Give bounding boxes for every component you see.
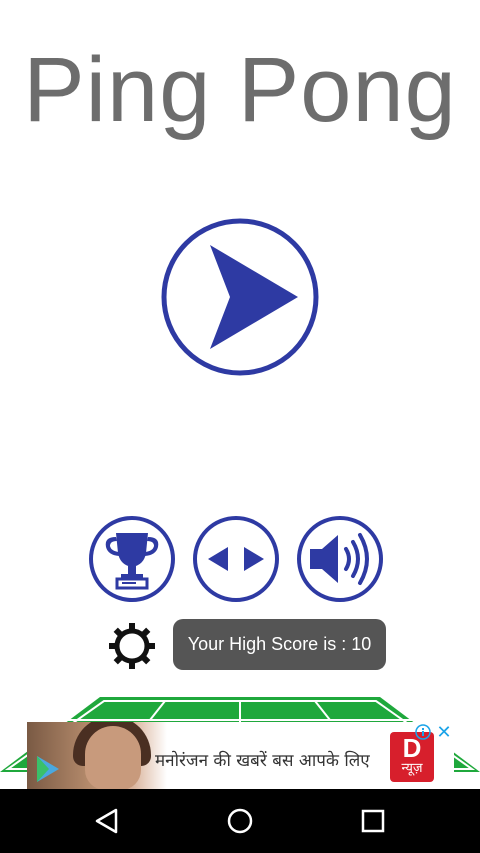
high-score-text: Your High Score is : 10 (187, 634, 372, 654)
ad-headline: मनोरंजन की खबरें बस आपके लिए (155, 751, 370, 771)
ad-logo-word: न्यूज़ (401, 761, 423, 776)
high-score-toast: Your High Score is : 10 (173, 619, 386, 670)
ad-banner[interactable]: मनोरंजन की खबरें बस आपके लिए D न्यूज़ ✕ (27, 722, 454, 790)
sound-toggle-button[interactable] (296, 515, 384, 603)
ad-info-icon[interactable] (415, 724, 431, 740)
recents-square-icon[interactable] (358, 806, 388, 836)
gear-icon[interactable] (108, 622, 156, 670)
back-triangle-icon[interactable] (92, 806, 122, 836)
system-navbar (0, 789, 480, 853)
app-title: Ping Pong (23, 39, 457, 141)
home-circle-icon[interactable] (225, 806, 255, 836)
play-store-icon (37, 756, 59, 782)
ad-close-icon[interactable]: ✕ (435, 723, 453, 741)
more-games-button[interactable] (192, 515, 280, 603)
play-button[interactable] (160, 217, 320, 377)
leaderboard-button[interactable] (88, 515, 176, 603)
